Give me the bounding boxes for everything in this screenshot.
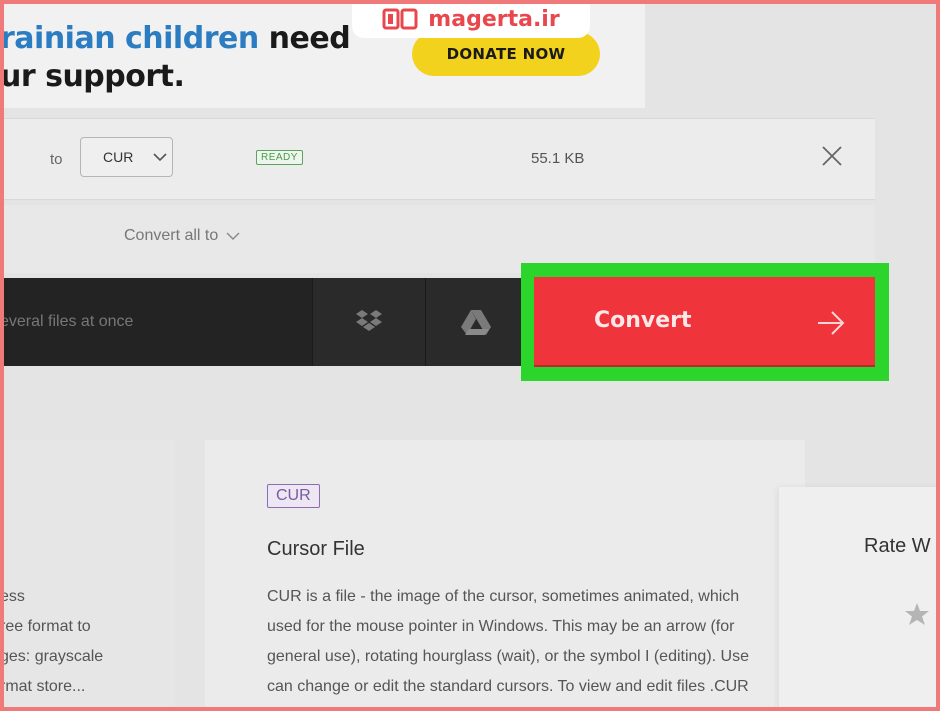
watermark: magerta.ir (352, 0, 590, 38)
donate-now-button[interactable]: DONATE NOW (412, 32, 600, 76)
rating-title: Rate W (864, 535, 931, 557)
convert-button[interactable]: Convert (534, 277, 875, 367)
format-info-panel (205, 440, 805, 711)
file-row: to CUR READY 55.1 KB (0, 118, 875, 200)
status-badge: READY (256, 150, 303, 165)
google-drive-button[interactable] (425, 278, 526, 366)
file-size: 55.1 KB (531, 150, 585, 167)
chevron-down-icon (153, 152, 167, 161)
format-description-line: CUR is a file - the image of the cursor,… (267, 588, 740, 605)
format-description-line: can change or edit the standard cursors.… (267, 678, 749, 695)
format-description-line: general use), rotating hourglass (wait),… (267, 648, 749, 665)
star-icon[interactable] (904, 602, 930, 626)
upload-toolbar: everal files at once (0, 278, 526, 366)
chevron-down-icon (226, 232, 240, 240)
google-drive-icon (461, 310, 491, 335)
format-select[interactable]: CUR (80, 137, 173, 177)
left-text-line: rmat store... (0, 678, 86, 695)
banner-line1-rest: need (258, 21, 351, 56)
convert-all-label: Convert all to (124, 227, 219, 244)
banner-highlight: rainian children (0, 21, 259, 56)
rating-card: Rate W (779, 487, 940, 711)
convert-all-dropdown[interactable]: Convert all to (124, 227, 240, 245)
arrow-right-icon (818, 311, 845, 335)
banner-message: rainian children need ur support. (0, 20, 351, 96)
left-text-line: ess (0, 588, 25, 605)
close-icon[interactable] (820, 144, 844, 168)
left-info-column: ess ree format to ges: grayscale rmat st… (0, 440, 175, 711)
watermark-text: magerta.ir (428, 6, 560, 32)
to-label: to (50, 151, 63, 168)
left-text-line: ges: grayscale (0, 648, 104, 665)
banner-line2: ur support. (0, 59, 185, 94)
format-value: CUR (103, 149, 134, 165)
dropbox-button[interactable] (312, 278, 425, 366)
dropbox-icon (356, 310, 382, 331)
format-tag: CUR (267, 484, 320, 508)
convert-label: Convert (594, 308, 692, 333)
format-description-line: used for the mouse pointer in Windows. T… (267, 618, 735, 635)
format-title: Cursor File (267, 538, 365, 560)
left-text-line: ree format to (0, 618, 91, 635)
book-icon (382, 8, 418, 30)
add-files-hint[interactable]: everal files at once (0, 313, 133, 331)
